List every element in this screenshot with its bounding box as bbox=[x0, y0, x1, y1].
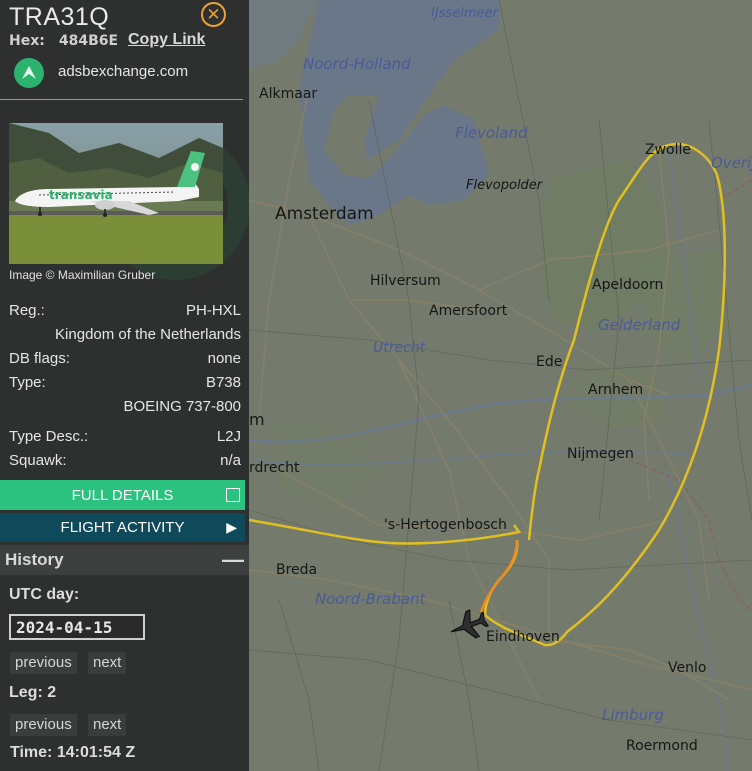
type-label: Type: bbox=[9, 374, 46, 391]
leg-previous-button[interactable]: previous bbox=[10, 714, 77, 736]
type-full-value: BOEING 737-800 bbox=[123, 398, 241, 415]
flight-activity-label: FLIGHT ACTIVITY bbox=[60, 519, 185, 536]
adsbexchange-logo-icon bbox=[14, 58, 44, 88]
typedesc-label: Type Desc.: bbox=[9, 428, 89, 445]
copy-link[interactable]: Copy Link bbox=[128, 31, 205, 49]
dbflags-label: DB flags: bbox=[9, 350, 70, 367]
time-label: Time: 14:01:54 Z bbox=[10, 744, 136, 761]
city-label: Alkmaar bbox=[259, 86, 318, 102]
region-label: Limburg bbox=[602, 706, 664, 724]
region-label: Noord-Brabant bbox=[315, 590, 426, 608]
divider bbox=[0, 99, 243, 100]
region-label: Noord-Holland bbox=[303, 55, 411, 73]
aircraft-info-panel: TRA31Q ✕ Hex: 484B6E Copy Link adsbexchan… bbox=[0, 0, 249, 771]
map-view[interactable]: IJsselmeer Noord-Holland Flevoland Gelde… bbox=[249, 0, 752, 771]
collapse-icon[interactable]: — bbox=[222, 547, 244, 573]
history-header[interactable]: History — bbox=[0, 545, 249, 575]
chevron-right-icon: ▶ bbox=[226, 519, 237, 535]
dbflags-value: none bbox=[207, 350, 241, 367]
flight-activity-button[interactable]: FLIGHT ACTIVITY ▶ bbox=[0, 513, 245, 542]
region-label: Gelderland bbox=[598, 316, 681, 334]
leg-next-button[interactable]: next bbox=[88, 714, 127, 736]
city-label: Arnhem bbox=[588, 382, 644, 398]
city-label: Amersfoort bbox=[429, 303, 508, 319]
hex-row: Hex: 484B6E bbox=[9, 33, 118, 49]
typedesc-value: L2J bbox=[216, 428, 241, 445]
full-details-button[interactable]: FULL DETAILS bbox=[0, 480, 245, 510]
history-title: History bbox=[5, 550, 64, 569]
city-label: m bbox=[249, 410, 265, 429]
region-label: Overij bbox=[711, 154, 752, 172]
city-label: Nijmegen bbox=[567, 446, 634, 462]
city-label: Apeldoorn bbox=[592, 277, 664, 293]
map-canvas[interactable] bbox=[249, 0, 752, 771]
hex-label: Hex: bbox=[9, 33, 45, 49]
reg-value: PH-HXL bbox=[185, 302, 241, 319]
city-label: Hilversum bbox=[370, 273, 441, 289]
squawk-label: Squawk: bbox=[9, 452, 67, 469]
aircraft-photo[interactable]: transavia bbox=[9, 123, 223, 264]
full-details-label: FULL DETAILS bbox=[71, 487, 174, 504]
country-value: Kingdom of the Netherlands bbox=[55, 326, 241, 343]
city-label: Flevopolder bbox=[466, 178, 543, 193]
leg-label: Leg: 2 bbox=[9, 684, 57, 701]
city-label: Eindhoven bbox=[486, 629, 560, 645]
close-icon[interactable]: ✕ bbox=[201, 2, 226, 27]
utc-day-label: UTC day: bbox=[9, 586, 80, 603]
city-label: Ede bbox=[536, 354, 563, 370]
city-label: Zwolle bbox=[645, 142, 691, 158]
reg-label: Reg.: bbox=[9, 302, 45, 319]
region-label: Flevoland bbox=[455, 124, 528, 142]
city-label: Venlo bbox=[668, 660, 707, 676]
callsign: TRA31Q bbox=[9, 3, 110, 31]
city-label: Amsterdam bbox=[275, 204, 374, 224]
photo-caption: Image © Maximilian Gruber bbox=[9, 268, 156, 282]
type-value: B738 bbox=[205, 374, 241, 391]
city-label: Roermond bbox=[626, 738, 698, 754]
squawk-value: n/a bbox=[220, 452, 241, 469]
external-link-icon bbox=[226, 488, 240, 502]
region-label: IJsselmeer bbox=[431, 6, 498, 21]
city-label: Utrecht bbox=[373, 340, 426, 356]
utc-day-input[interactable] bbox=[9, 614, 145, 640]
day-previous-button[interactable]: previous bbox=[10, 652, 77, 674]
hex-value: 484B6E bbox=[58, 33, 119, 49]
livery-text: transavia bbox=[49, 188, 113, 202]
aircraft-marker-icon[interactable] bbox=[446, 606, 490, 645]
city-label: Breda bbox=[276, 562, 318, 578]
city-label: 's-Hertogenbosch bbox=[384, 517, 507, 533]
source-label[interactable]: adsbexchange.com bbox=[58, 63, 188, 80]
city-label: rdrecht bbox=[249, 460, 300, 476]
day-next-button[interactable]: next bbox=[88, 652, 127, 674]
